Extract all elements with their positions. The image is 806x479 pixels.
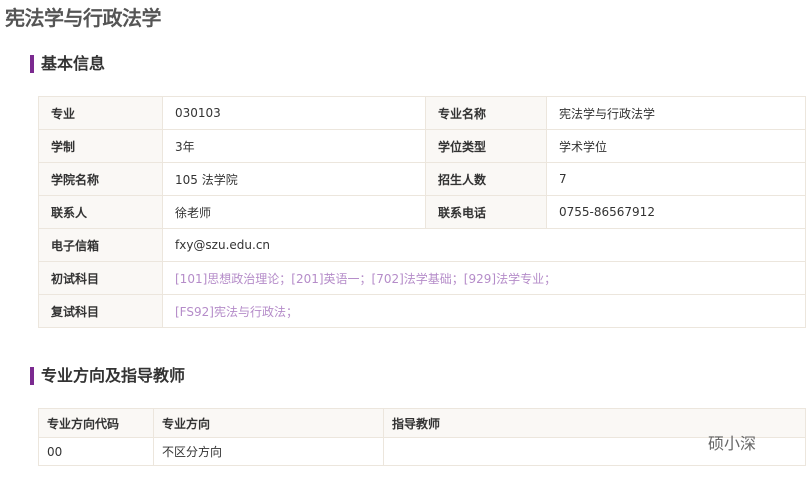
retest-subjects-label: 复试科目 xyxy=(38,294,163,328)
section-directions-heading: 专业方向及指导教师 xyxy=(30,367,185,385)
direction-code: 00 xyxy=(38,437,154,466)
table-row: 00 不区分方向 xyxy=(38,437,806,466)
prelim-subjects-link[interactable]: [101]思想政治理论；[201]英语一；[702]法学基础；[929]法学专业… xyxy=(162,261,806,295)
prelim-subjects-label: 初试科目 xyxy=(38,261,163,295)
table-row: 电子信箱 fxy@szu.edu.cn xyxy=(38,228,806,262)
table-row: 学制 3年 学位类型 学术学位 xyxy=(38,129,806,163)
table-row: 学院名称 105 法学院 招生人数 7 xyxy=(38,162,806,196)
duration-label: 学制 xyxy=(38,129,163,163)
college-label: 学院名称 xyxy=(38,162,163,196)
basic-info-table: 专业 030103 专业名称 宪法学与行政法学 学制 3年 学位类型 学术学位 … xyxy=(38,96,806,328)
table-row: 专业 030103 专业名称 宪法学与行政法学 xyxy=(38,96,806,130)
email-value: fxy@szu.edu.cn xyxy=(162,228,806,262)
major-label: 专业 xyxy=(38,96,163,130)
page-title: 宪法学与行政法学 xyxy=(5,6,162,30)
degree-type-label: 学位类型 xyxy=(425,129,547,163)
enroll-label: 招生人数 xyxy=(425,162,547,196)
section-basic-info-heading: 基本信息 xyxy=(30,55,105,73)
contact-value: 徐老师 xyxy=(162,195,426,229)
major-value: 030103 xyxy=(162,96,426,130)
phone-label: 联系电话 xyxy=(425,195,547,229)
header-direction-code: 专业方向代码 xyxy=(38,408,154,438)
table-row: 初试科目 [101]思想政治理论；[201]英语一；[702]法学基础；[929… xyxy=(38,261,806,295)
contact-label: 联系人 xyxy=(38,195,163,229)
duration-value: 3年 xyxy=(162,129,426,163)
table-row: 联系人 徐老师 联系电话 0755-86567912 xyxy=(38,195,806,229)
email-label: 电子信箱 xyxy=(38,228,163,262)
table-header-row: 专业方向代码 专业方向 指导教师 xyxy=(38,408,806,438)
phone-value: 0755-86567912 xyxy=(546,195,806,229)
retest-subjects-link[interactable]: [FS92]宪法与行政法； xyxy=(162,294,806,328)
watermark: 硕小深 xyxy=(708,434,757,453)
college-value: 105 法学院 xyxy=(162,162,426,196)
enroll-value: 7 xyxy=(546,162,806,196)
degree-type-value: 学术学位 xyxy=(546,129,806,163)
table-row: 复试科目 [FS92]宪法与行政法； xyxy=(38,294,806,328)
header-direction: 专业方向 xyxy=(153,408,384,438)
directions-table: 专业方向代码 专业方向 指导教师 00 不区分方向 xyxy=(38,408,806,466)
direction-name: 不区分方向 xyxy=(153,437,384,466)
major-name-value: 宪法学与行政法学 xyxy=(546,96,806,130)
major-name-label: 专业名称 xyxy=(425,96,547,130)
